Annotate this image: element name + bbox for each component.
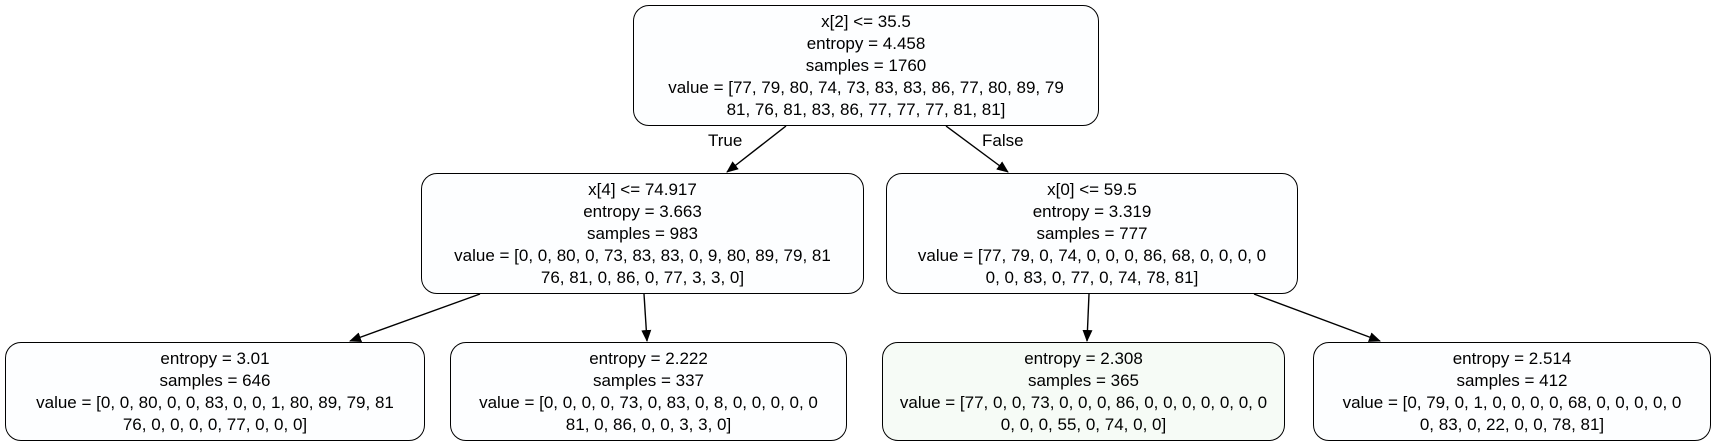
node-samples: samples = 412 — [1456, 370, 1568, 390]
node-samples: samples = 337 — [592, 370, 705, 390]
node-entropy: entropy = 2.514 — [1452, 348, 1572, 368]
node-value-line1: value = [0, 79, 0, 1, 0, 0, 0, 0, 68, 0,… — [1342, 392, 1682, 412]
node-value-line1: value = [77, 79, 80, 74, 73, 83, 83, 86,… — [668, 77, 1064, 97]
edge-right-rr — [1253, 293, 1381, 342]
node-split: x[2] <= 35.5 — [821, 11, 911, 31]
edge-right-rl — [1082, 293, 1093, 342]
node-split: x[4] <= 74.917 — [588, 179, 697, 199]
node-value-line1: value = [0, 0, 80, 0, 73, 83, 83, 0, 9, … — [454, 245, 831, 265]
node-samples: samples = 365 — [1027, 370, 1140, 390]
node-value-line2: 0, 0, 83, 0, 77, 0, 74, 78, 81] — [985, 267, 1199, 287]
edge-label-true: True — [708, 131, 743, 150]
node-value-line1: value = [77, 0, 0, 73, 0, 0, 0, 86, 0, 0… — [899, 392, 1268, 412]
node-value-line1: value = [0, 0, 80, 0, 0, 83, 0, 0, 1, 80… — [36, 392, 394, 412]
node-leaf-lr: entropy = 2.222 samples = 337 value = [0… — [450, 342, 847, 441]
node-value-line2: 81, 76, 81, 83, 86, 77, 77, 77, 81, 81] — [726, 99, 1006, 119]
node-right: x[0] <= 59.5 entropy = 3.319 samples = 7… — [886, 173, 1298, 294]
node-entropy: entropy = 2.308 — [1024, 348, 1143, 368]
node-value-line2: 76, 81, 0, 86, 0, 77, 3, 3, 0] — [540, 267, 745, 287]
edge-left-lr — [641, 293, 652, 342]
node-value-line2: 0, 0, 0, 55, 0, 74, 0, 0] — [1000, 414, 1167, 434]
edge-label-false: False — [982, 131, 1024, 150]
node-value-line2: 81, 0, 86, 0, 0, 3, 3, 0] — [565, 414, 732, 434]
edge-left-ll — [349, 293, 481, 342]
node-value-line2: 76, 0, 0, 0, 0, 77, 0, 0, 0] — [122, 414, 308, 434]
node-entropy: entropy = 3.319 — [1032, 201, 1152, 221]
node-leaf-rl: entropy = 2.308 samples = 365 value = [7… — [882, 342, 1285, 441]
node-entropy: entropy = 4.458 — [806, 33, 926, 53]
node-leaf-ll: entropy = 3.01 samples = 646 value = [0,… — [5, 342, 425, 441]
node-leaf-rr: entropy = 2.514 samples = 412 value = [0… — [1313, 342, 1711, 441]
node-value-line1: value = [0, 0, 0, 0, 73, 0, 83, 0, 8, 0,… — [479, 392, 818, 412]
node-value-line1: value = [77, 79, 0, 74, 0, 0, 0, 86, 68,… — [917, 245, 1267, 265]
node-samples: samples = 1760 — [805, 55, 927, 75]
node-left: x[4] <= 74.917 entropy = 3.663 samples =… — [421, 173, 864, 294]
node-samples: samples = 983 — [586, 223, 699, 243]
node-samples: samples = 777 — [1036, 223, 1148, 243]
node-entropy: entropy = 3.663 — [583, 201, 702, 221]
node-root: x[2] <= 35.5 entropy = 4.458 samples = 1… — [633, 5, 1099, 126]
node-entropy: entropy = 2.222 — [589, 348, 708, 368]
node-entropy: entropy = 3.01 — [160, 348, 270, 368]
node-value-line2: 0, 83, 0, 22, 0, 0, 78, 81] — [1419, 414, 1605, 434]
node-samples: samples = 646 — [159, 370, 271, 390]
node-split: x[0] <= 59.5 — [1047, 179, 1137, 199]
